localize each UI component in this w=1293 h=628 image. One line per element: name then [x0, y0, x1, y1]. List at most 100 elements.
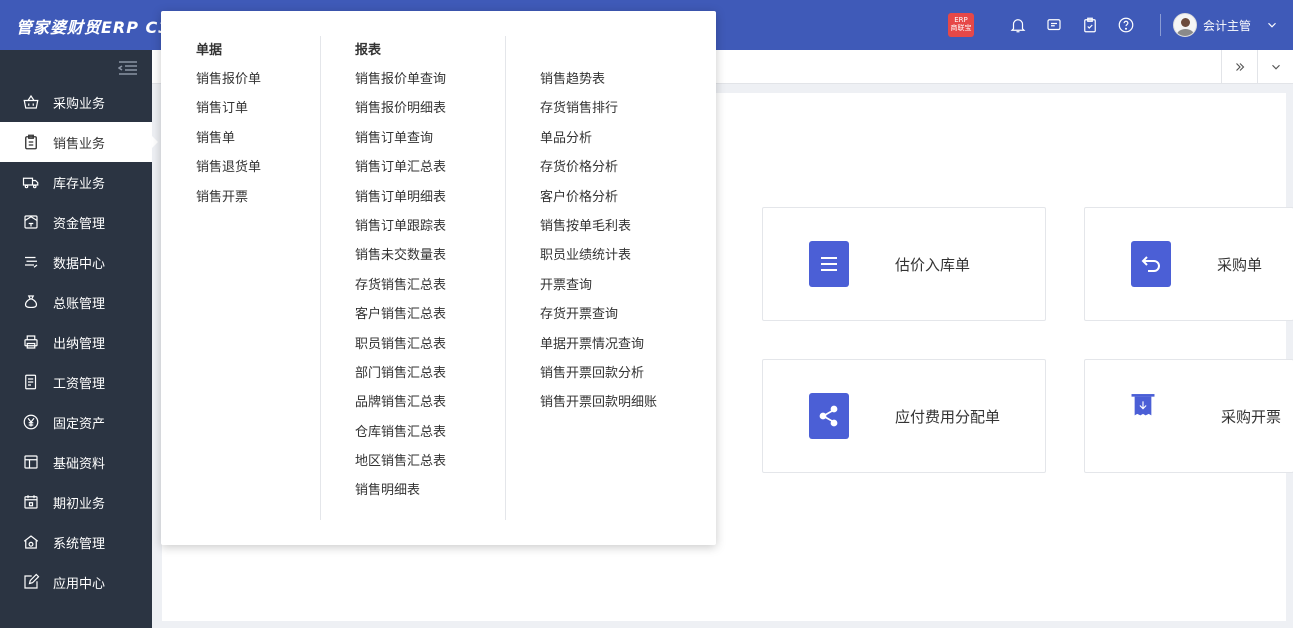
sidebar-item-apps[interactable]: 应用中心	[0, 562, 152, 602]
sidebar-item-label: 销售业务	[53, 136, 106, 152]
basket-icon	[23, 94, 39, 109]
menu-column-documents: 单据 销售报价单 销售订单 销售单 销售退货单 销售开票	[196, 37, 261, 212]
menu-item[interactable]: 存货销售排行	[540, 94, 657, 123]
menu-item[interactable]: 地区销售汇总表	[355, 447, 446, 476]
user-menu[interactable]: 会计主管	[1172, 13, 1293, 37]
avatar	[1172, 13, 1197, 37]
bell-icon[interactable]	[1000, 0, 1036, 50]
menu-item[interactable]: 仓库销售汇总表	[355, 418, 446, 447]
card-label: 估价入库单	[895, 255, 971, 274]
menu-item[interactable]: 存货开票查询	[540, 300, 657, 329]
menu-item[interactable]: 单品分析	[540, 124, 657, 153]
menu-divider	[505, 36, 506, 520]
menu-item[interactable]: 销售单	[196, 124, 261, 153]
card-label: 采购开票	[1221, 407, 1282, 426]
sidebar-item-label: 资金管理	[53, 216, 106, 232]
sidebar-item-label: 工资管理	[53, 376, 106, 392]
menu-item[interactable]: 销售开票回款明细账	[540, 388, 657, 417]
menu-item[interactable]: 销售报价单	[196, 65, 261, 94]
menu-column-reports: 报表 销售报价单查询 销售报价明细表 销售订单查询 销售订单汇总表 销售订单明细…	[355, 37, 446, 506]
menu-collapse-icon[interactable]	[117, 60, 138, 76]
menu-item[interactable]: 客户价格分析	[540, 183, 657, 212]
menu-item[interactable]: 职员业绩统计表	[540, 241, 657, 270]
menu-item[interactable]: 职员销售汇总表	[355, 330, 446, 359]
menu-item[interactable]: 销售订单汇总表	[355, 153, 446, 182]
user-name: 会计主管	[1202, 18, 1251, 33]
menu-item[interactable]: 品牌销售汇总表	[355, 388, 446, 417]
sidebar-item-purchase[interactable]: 采购业务	[0, 82, 152, 122]
clipboard-icon	[25, 134, 37, 150]
sales-dropdown-menu: 单据 销售报价单 销售订单 销售单 销售退货单 销售开票 报表 销售报价单查询 …	[161, 11, 716, 545]
menu-item[interactable]: 销售开票回款分析	[540, 359, 657, 388]
menu-item[interactable]: 存货价格分析	[540, 153, 657, 182]
sidebar-item-basic-data[interactable]: 基础资料	[0, 442, 152, 482]
menu-item[interactable]: 开票查询	[540, 271, 657, 300]
home-gear-icon	[23, 535, 39, 549]
sidebar-item-funds[interactable]: 资金管理	[0, 202, 152, 242]
invoice-icon	[1131, 393, 1175, 439]
sidebar-item-data-center[interactable]: 数据中心	[0, 242, 152, 282]
card-purchase-order[interactable]: 采购单	[1084, 207, 1293, 321]
menu-column-analysis: 销售趋势表 存货销售排行 单品分析 存货价格分析 客户价格分析 销售按单毛利表 …	[540, 65, 657, 418]
menu-item[interactable]: 部门销售汇总表	[355, 359, 446, 388]
sidebar-item-payroll[interactable]: 工资管理	[0, 362, 152, 402]
menu-item[interactable]: 销售订单跟踪表	[355, 212, 446, 241]
edit-icon	[24, 573, 40, 589]
menu-item[interactable]: 销售明细表	[355, 476, 446, 505]
menu-divider	[320, 36, 321, 520]
top-icons: ERP 商联宝 会计主管	[947, 0, 1293, 50]
menu-item[interactable]: 销售按单毛利表	[540, 212, 657, 241]
list-icon	[809, 241, 849, 287]
tab-scroll-right-icon[interactable]	[1221, 50, 1257, 84]
share-icon	[809, 393, 849, 439]
card-purchase-invoice[interactable]: 采购开票	[1084, 359, 1293, 473]
menu-item[interactable]: 客户销售汇总表	[355, 300, 446, 329]
promo-badge[interactable]: ERP 商联宝	[947, 13, 974, 37]
sidebar-item-cashier[interactable]: 出纳管理	[0, 322, 152, 362]
sidebar-item-label: 出纳管理	[53, 336, 106, 352]
sidebar-item-inventory[interactable]: 库存业务	[0, 162, 152, 202]
sidebar-item-opening[interactable]: 期初业务	[0, 482, 152, 522]
chevron-down-icon	[1268, 22, 1276, 28]
menu-item[interactable]: 销售退货单	[196, 153, 261, 182]
menu-item[interactable]: 销售开票	[196, 183, 261, 212]
menu-item[interactable]: 销售订单明细表	[355, 183, 446, 212]
menu-item[interactable]: 销售订单	[196, 94, 261, 123]
tab-menu-chevron-icon[interactable]	[1257, 50, 1293, 84]
sidebar-item-label: 数据中心	[53, 256, 106, 272]
message-icon[interactable]	[1036, 0, 1072, 50]
card-payable-expense[interactable]: 应付费用分配单	[762, 359, 1046, 473]
truck-icon	[22, 177, 39, 189]
menu-item[interactable]: 销售趋势表	[540, 65, 657, 94]
app-logo: 管家婆财贸ERP C3	[16, 18, 171, 37]
printer-icon	[24, 335, 38, 349]
sidebar-item-label: 固定资产	[53, 416, 106, 432]
menu-item[interactable]: 销售未交数量表	[355, 241, 446, 270]
sidebar-item-sales[interactable]: 销售业务	[0, 122, 158, 162]
menu-item[interactable]: 销售订单查询	[355, 124, 446, 153]
sidebar-nav: 采购业务 销售业务 库存业务 资金管理 数据中心 总账管理 出纳管理 工资管理	[0, 82, 158, 602]
sidebar-item-fixed-assets[interactable]: 固定资产	[0, 402, 152, 442]
menu-heading-documents: 单据	[196, 43, 223, 58]
sidebar-item-system[interactable]: 系统管理	[0, 522, 152, 562]
menu-heading-reports: 报表	[355, 43, 382, 58]
sidebar-item-label: 系统管理	[53, 536, 106, 552]
menu-item[interactable]: 销售报价明细表	[355, 94, 446, 123]
sidebar-item-ledger[interactable]: 总账管理	[0, 282, 152, 322]
help-icon[interactable]	[1108, 0, 1144, 50]
sidebar: 采购业务 销售业务 库存业务 资金管理 数据中心 总账管理 出纳管理 工资管理	[0, 50, 158, 628]
sidebar-item-label: 期初业务	[53, 496, 106, 512]
sidebar-item-label: 库存业务	[53, 176, 106, 192]
data-icon	[25, 256, 38, 268]
task-icon[interactable]	[1072, 0, 1108, 50]
top-separator	[1159, 14, 1161, 36]
layout-icon	[24, 455, 38, 469]
menu-item[interactable]: 销售报价单查询	[355, 65, 446, 94]
yen-icon	[23, 414, 39, 430]
card-estimated-inbound[interactable]: 估价入库单	[762, 207, 1046, 321]
menu-item[interactable]: 单据开票情况查询	[540, 330, 657, 359]
safe-icon	[24, 215, 38, 229]
menu-item[interactable]: 存货销售汇总表	[355, 271, 446, 300]
money-bag-icon	[24, 295, 38, 309]
sidebar-item-label: 应用中心	[53, 576, 106, 592]
